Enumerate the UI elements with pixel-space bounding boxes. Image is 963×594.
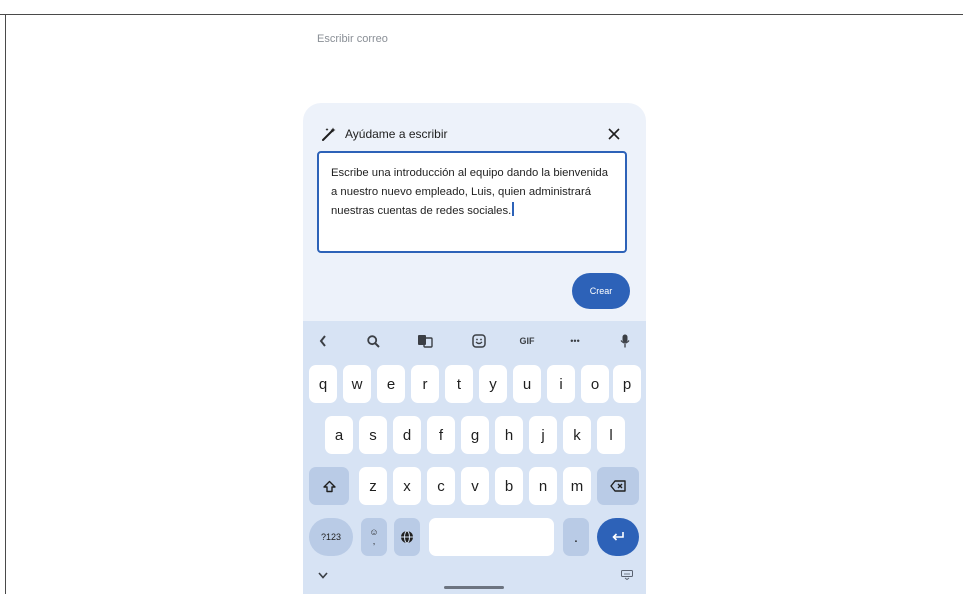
key-h[interactable]: h bbox=[495, 416, 523, 454]
emoji-key[interactable]: ☺ , bbox=[361, 518, 387, 556]
shift-icon bbox=[322, 480, 336, 492]
screenshot-frame-left bbox=[5, 14, 6, 594]
keyboard-search-button[interactable] bbox=[361, 327, 385, 355]
help-me-write-panel: Ayúdame a escribir Escribe una introducc… bbox=[303, 103, 646, 333]
key-r[interactable]: r bbox=[411, 365, 439, 403]
key-d[interactable]: d bbox=[393, 416, 421, 454]
key-a[interactable]: a bbox=[325, 416, 353, 454]
key-m[interactable]: m bbox=[563, 467, 591, 505]
key-f[interactable]: f bbox=[427, 416, 455, 454]
chevron-down-icon bbox=[318, 571, 328, 579]
key-t[interactable]: t bbox=[445, 365, 473, 403]
key-l[interactable]: l bbox=[597, 416, 625, 454]
sticker-icon bbox=[472, 334, 486, 348]
gesture-nav-bar[interactable] bbox=[444, 586, 504, 589]
keyboard-translate-button[interactable] bbox=[413, 327, 437, 355]
on-screen-keyboard: GIF ••• q w e r t y u i o p a s d f g h … bbox=[303, 321, 646, 594]
prompt-text: Escribe una introducción al equipo dando… bbox=[331, 167, 608, 217]
close-icon bbox=[608, 128, 620, 140]
hide-keyboard-button[interactable] bbox=[313, 567, 333, 583]
close-button[interactable] bbox=[603, 123, 625, 145]
keyboard-toolbar: GIF ••• bbox=[303, 327, 646, 355]
keyboard-back-button[interactable] bbox=[311, 327, 335, 355]
key-u[interactable]: u bbox=[513, 365, 541, 403]
enter-icon bbox=[612, 532, 624, 541]
key-s[interactable]: s bbox=[359, 416, 387, 454]
create-button[interactable]: Crear bbox=[572, 273, 630, 309]
key-q[interactable]: q bbox=[309, 365, 337, 403]
keyboard-icon bbox=[621, 570, 633, 580]
key-x[interactable]: x bbox=[393, 467, 421, 505]
symbols-key[interactable]: ?123 bbox=[309, 518, 353, 556]
space-key[interactable] bbox=[429, 518, 554, 556]
more-icon[interactable]: ••• bbox=[563, 327, 587, 355]
key-p[interactable]: p bbox=[613, 365, 641, 403]
keyboard-sticker-button[interactable] bbox=[467, 327, 491, 355]
compose-placeholder[interactable]: Escribir correo bbox=[317, 33, 388, 45]
keyboard-gif-button[interactable]: GIF bbox=[515, 327, 539, 355]
key-g[interactable]: g bbox=[461, 416, 489, 454]
key-z[interactable]: z bbox=[359, 467, 387, 505]
key-c[interactable]: c bbox=[427, 467, 455, 505]
key-y[interactable]: y bbox=[479, 365, 507, 403]
period-key[interactable]: . bbox=[563, 518, 589, 556]
translate-icon bbox=[418, 335, 433, 348]
key-k[interactable]: k bbox=[563, 416, 591, 454]
search-icon bbox=[366, 334, 380, 348]
prompt-input[interactable]: Escribe una introducción al equipo dando… bbox=[317, 151, 627, 253]
shift-key[interactable] bbox=[309, 467, 349, 505]
magic-wand-icon bbox=[322, 127, 336, 141]
key-w[interactable]: w bbox=[343, 365, 371, 403]
language-key[interactable] bbox=[394, 518, 420, 556]
chevron-left-icon bbox=[319, 335, 326, 347]
key-n[interactable]: n bbox=[529, 467, 557, 505]
keyboard-switch-button[interactable] bbox=[617, 567, 637, 583]
key-e[interactable]: e bbox=[377, 365, 405, 403]
backspace-icon bbox=[610, 480, 626, 492]
key-o[interactable]: o bbox=[581, 365, 609, 403]
comma-label: , bbox=[372, 536, 376, 546]
mic-icon bbox=[620, 334, 630, 348]
key-i[interactable]: i bbox=[547, 365, 575, 403]
keyboard-mic-button[interactable] bbox=[613, 327, 637, 355]
enter-key[interactable] bbox=[597, 518, 639, 556]
key-v[interactable]: v bbox=[461, 467, 489, 505]
text-cursor bbox=[512, 202, 514, 216]
phone-screen: Escribir correo Ayúdame a escribir Escri… bbox=[303, 15, 646, 594]
help-me-write-header: Ayúdame a escribir bbox=[321, 125, 448, 143]
key-b[interactable]: b bbox=[495, 467, 523, 505]
globe-icon bbox=[401, 530, 413, 544]
backspace-key[interactable] bbox=[597, 467, 639, 505]
key-j[interactable]: j bbox=[529, 416, 557, 454]
help-me-write-title: Ayúdame a escribir bbox=[345, 127, 448, 141]
